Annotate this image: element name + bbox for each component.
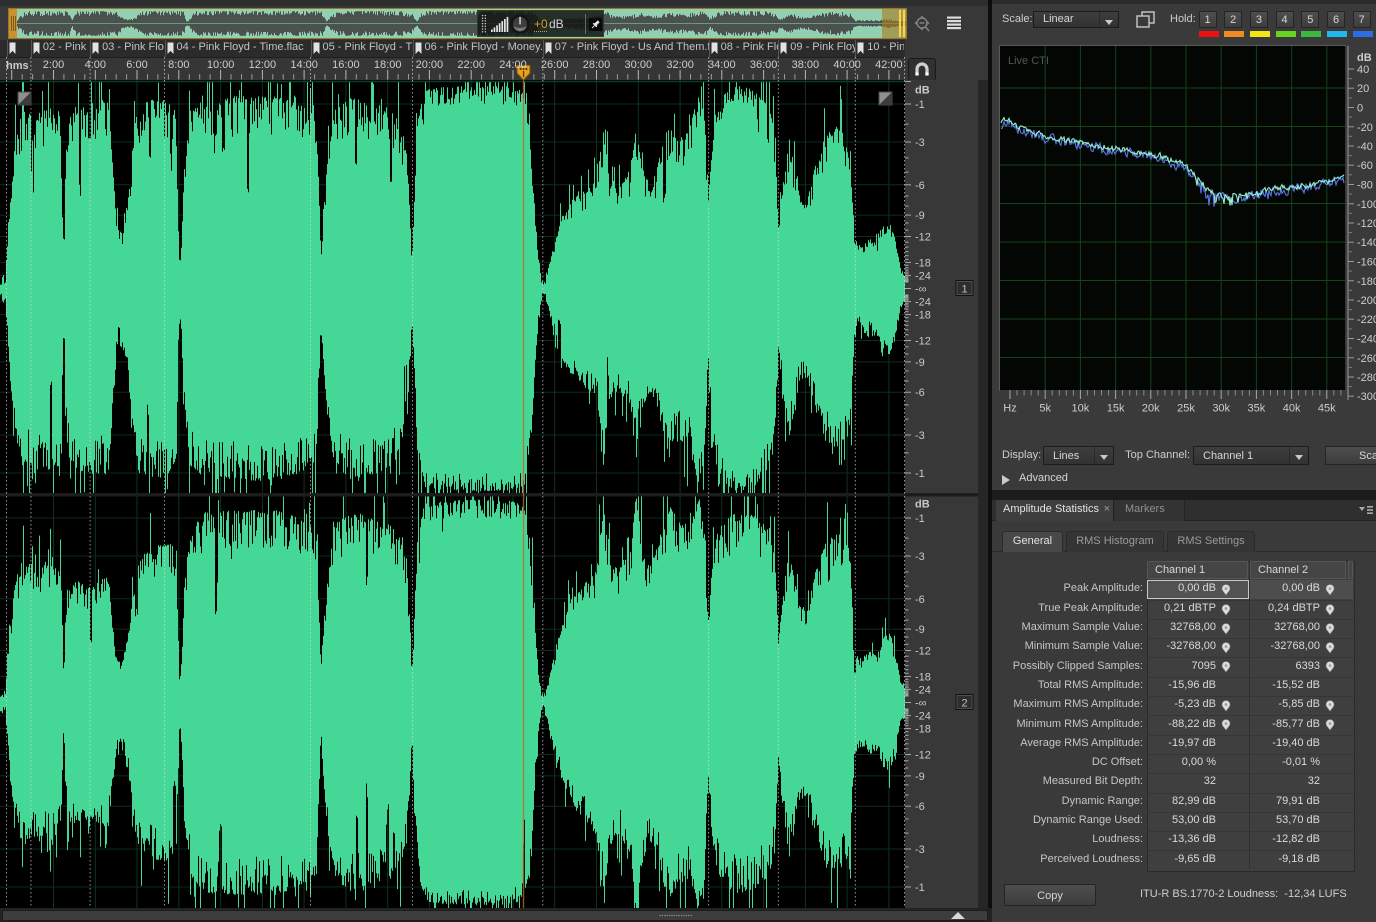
svg-text:dB: dB <box>915 85 930 97</box>
svg-text:20: 20 <box>1357 83 1369 95</box>
svg-text:-40: -40 <box>1357 141 1373 153</box>
svg-text:-280: -280 <box>1357 372 1376 384</box>
svg-text:5k: 5k <box>1039 403 1051 415</box>
svg-text:-180: -180 <box>1357 276 1376 288</box>
svg-text:dB: dB <box>915 499 930 511</box>
svg-text:-6: -6 <box>915 387 925 399</box>
svg-text:Hz: Hz <box>1003 403 1016 415</box>
svg-text:20k: 20k <box>1142 403 1160 415</box>
svg-text:15k: 15k <box>1107 403 1125 415</box>
svg-text:-260: -260 <box>1357 353 1376 365</box>
svg-text:-9: -9 <box>915 210 925 222</box>
svg-text:-24: -24 <box>915 270 931 282</box>
svg-text:-12: -12 <box>915 232 931 244</box>
svg-text:-80: -80 <box>1357 180 1373 192</box>
svg-text:-3: -3 <box>915 430 925 442</box>
svg-text:-300: -300 <box>1357 391 1376 403</box>
svg-text:1: 1 <box>961 284 967 296</box>
svg-text:-120: -120 <box>1357 218 1376 230</box>
svg-text:45k: 45k <box>1318 403 1336 415</box>
svg-text:-1: -1 <box>915 513 925 525</box>
svg-text:dB: dB <box>1357 52 1372 64</box>
svg-text:-∞: -∞ <box>915 284 927 296</box>
svg-text:-200: -200 <box>1357 295 1376 307</box>
svg-text:-1: -1 <box>915 99 925 111</box>
svg-text:-240: -240 <box>1357 334 1376 346</box>
svg-text:-1: -1 <box>915 882 925 894</box>
svg-text:Live CTI: Live CTI <box>1008 55 1049 67</box>
svg-text:30k: 30k <box>1212 403 1230 415</box>
svg-text:-9: -9 <box>915 357 925 369</box>
svg-text:-18: -18 <box>915 310 931 322</box>
svg-text:35k: 35k <box>1248 403 1266 415</box>
svg-text:40k: 40k <box>1283 403 1301 415</box>
svg-text:-1: -1 <box>915 468 925 480</box>
svg-text:-3: -3 <box>915 137 925 149</box>
svg-text:-160: -160 <box>1357 257 1376 269</box>
svg-text:40: 40 <box>1357 64 1369 76</box>
svg-text:-140: -140 <box>1357 237 1376 249</box>
svg-text:-20: -20 <box>1357 122 1373 134</box>
svg-text:-100: -100 <box>1357 199 1376 211</box>
svg-text:-18: -18 <box>915 257 931 269</box>
svg-text:0: 0 <box>1357 103 1363 115</box>
svg-text:-3: -3 <box>915 551 925 563</box>
svg-text:25k: 25k <box>1177 403 1195 415</box>
svg-text:-24: -24 <box>915 297 931 309</box>
svg-text:-60: -60 <box>1357 160 1373 172</box>
svg-text:-220: -220 <box>1357 314 1376 326</box>
svg-text:-12: -12 <box>915 336 931 348</box>
svg-text:10k: 10k <box>1072 403 1090 415</box>
svg-text:-6: -6 <box>915 180 925 192</box>
